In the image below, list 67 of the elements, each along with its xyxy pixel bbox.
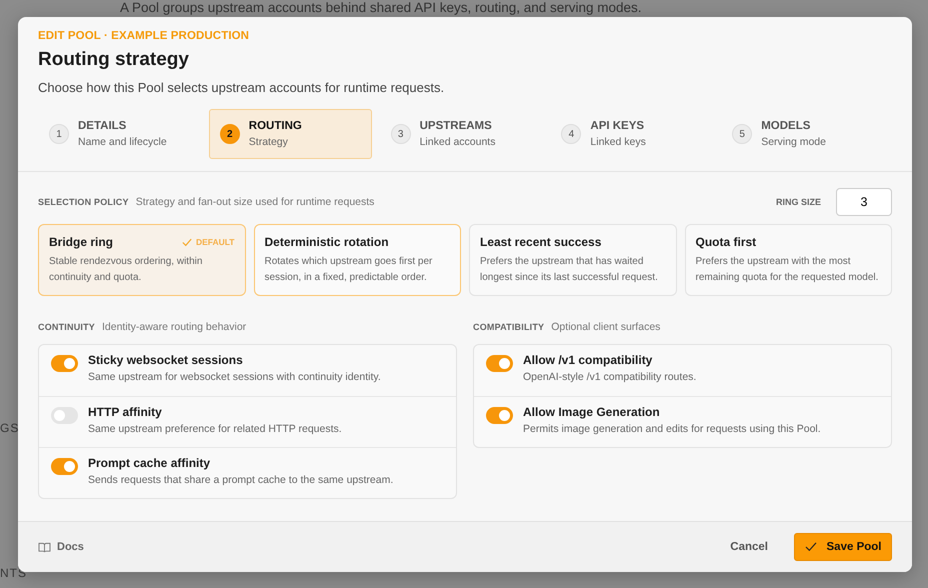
step-tab[interactable]: 5 MODELS Serving mode xyxy=(721,109,884,159)
strategy-description: Prefers the upstream with the most remaining quota for the requested model. xyxy=(696,255,880,285)
strategy-title: Bridge ring xyxy=(49,235,114,249)
strategy-description: Prefers the upstream that has waited longest since its last successful request. xyxy=(480,255,659,285)
step-sublabel: Name and lifecycle xyxy=(78,136,167,148)
step-label: DETAILS xyxy=(78,120,128,132)
docs-link[interactable]: Docs xyxy=(38,541,84,553)
setting-title: Sticky websocket sessions xyxy=(88,353,244,367)
toggle-switch[interactable] xyxy=(486,407,513,424)
dialog-eyebrow: EDIT POOL · EXAMPLE PRODUCTION xyxy=(38,30,250,42)
strategy-card[interactable]: Least recent success Prefers the upstream that has waited longest since its last successful request. xyxy=(469,224,676,296)
step-sublabel: Linked accounts xyxy=(420,136,496,148)
strategy-card[interactable]: Deterministic rotation Rotates which upstream goes first per session, in a fixed, predictable order. xyxy=(254,224,461,296)
step-sublabel: Serving mode xyxy=(761,136,826,148)
step-tab[interactable]: 4 API KEYS Linked keys xyxy=(550,109,714,159)
step-label: ROUTING xyxy=(248,120,302,132)
cancel-button[interactable]: Cancel xyxy=(724,540,774,554)
setting-description: Same upstream preference for related HTTP requests. xyxy=(88,423,342,435)
toggle-switch[interactable] xyxy=(51,407,78,424)
setting-title: Prompt cache affinity xyxy=(88,456,212,470)
step-tab[interactable]: 3 UPSTREAMS Linked accounts xyxy=(380,109,542,159)
setting-description: OpenAI-style /v1 compatibility routes. xyxy=(523,371,696,383)
step-number: 2 xyxy=(220,124,240,144)
step-tab[interactable]: 1 DETAILS Name and lifecycle xyxy=(38,109,201,159)
step-number: 5 xyxy=(732,124,752,144)
section-hint: Strategy and fan-out size used for runtime requests xyxy=(136,196,374,208)
toggle-switch[interactable] xyxy=(486,355,513,372)
step-sublabel: Linked keys xyxy=(590,136,646,148)
section-hint: Optional client surfaces xyxy=(551,321,660,333)
section-hint: Identity-aware routing behavior xyxy=(102,321,246,333)
step-number: 4 xyxy=(561,124,582,144)
section-heading: CONTINUITY xyxy=(38,322,95,332)
step-sublabel: Strategy xyxy=(248,136,289,148)
strategy-description: Rotates which upstream goes first per session, in a fixed, predictable order. xyxy=(264,255,434,285)
setting-description: Permits image generation and edits for requests using this Pool. xyxy=(523,423,821,435)
setting-description: Same upstream for websocket sessions with continuity identity. xyxy=(88,371,381,383)
setting-description: Sends requests that share a prompt cache to the same upstream. xyxy=(88,474,394,486)
step-label: API KEYS xyxy=(590,120,646,132)
dialog-title: Routing strategy xyxy=(38,49,190,71)
step-label: MODELS xyxy=(761,120,812,132)
check-icon xyxy=(804,542,817,552)
toggle-switch[interactable] xyxy=(51,458,78,475)
strategy-card[interactable]: Quota first Prefers the upstream with the most remaining quota for the requested model. xyxy=(684,224,892,296)
setting-title: Allow /v1 compatibility xyxy=(523,353,654,367)
book-icon xyxy=(38,542,51,552)
default-label: DEFAULT xyxy=(196,237,234,247)
save-button[interactable]: Save Pool xyxy=(794,533,892,561)
step-label: UPSTREAMS xyxy=(420,120,493,132)
setting-title: Allow Image Generation xyxy=(523,405,661,419)
toggle-switch[interactable] xyxy=(51,355,78,372)
strategy-title: Quota first xyxy=(696,235,756,249)
ring-size-label: RING SIZE xyxy=(776,197,821,207)
strategy-card[interactable]: Bridge ring DEFAULT Stable rendezvous ordering, within continuity and quota. xyxy=(38,224,246,296)
strategy-title: Deterministic rotation xyxy=(264,235,389,249)
section-heading: SELECTION POLICY xyxy=(38,197,129,207)
ring-size-field[interactable]: 3 xyxy=(836,188,892,216)
setting-title: HTTP affinity xyxy=(88,405,163,419)
step-number: 3 xyxy=(390,124,411,144)
check-icon xyxy=(182,238,192,246)
step-number: 1 xyxy=(49,124,69,144)
section-heading: COMPATIBILITY xyxy=(473,322,544,332)
dialog-subtitle: Choose how this Pool selects upstream accounts for runtime requests. xyxy=(38,80,446,95)
page-description: A Pool groups upstream accounts behind shared API keys, routing, and serving modes. xyxy=(120,0,642,15)
strategy-title: Least recent success xyxy=(480,235,602,249)
step-tab[interactable]: 2 ROUTING Strategy xyxy=(208,109,372,159)
strategy-description: Stable rendezvous ordering, within continuity and quota. xyxy=(49,255,204,285)
background-text: GS xyxy=(0,421,20,435)
